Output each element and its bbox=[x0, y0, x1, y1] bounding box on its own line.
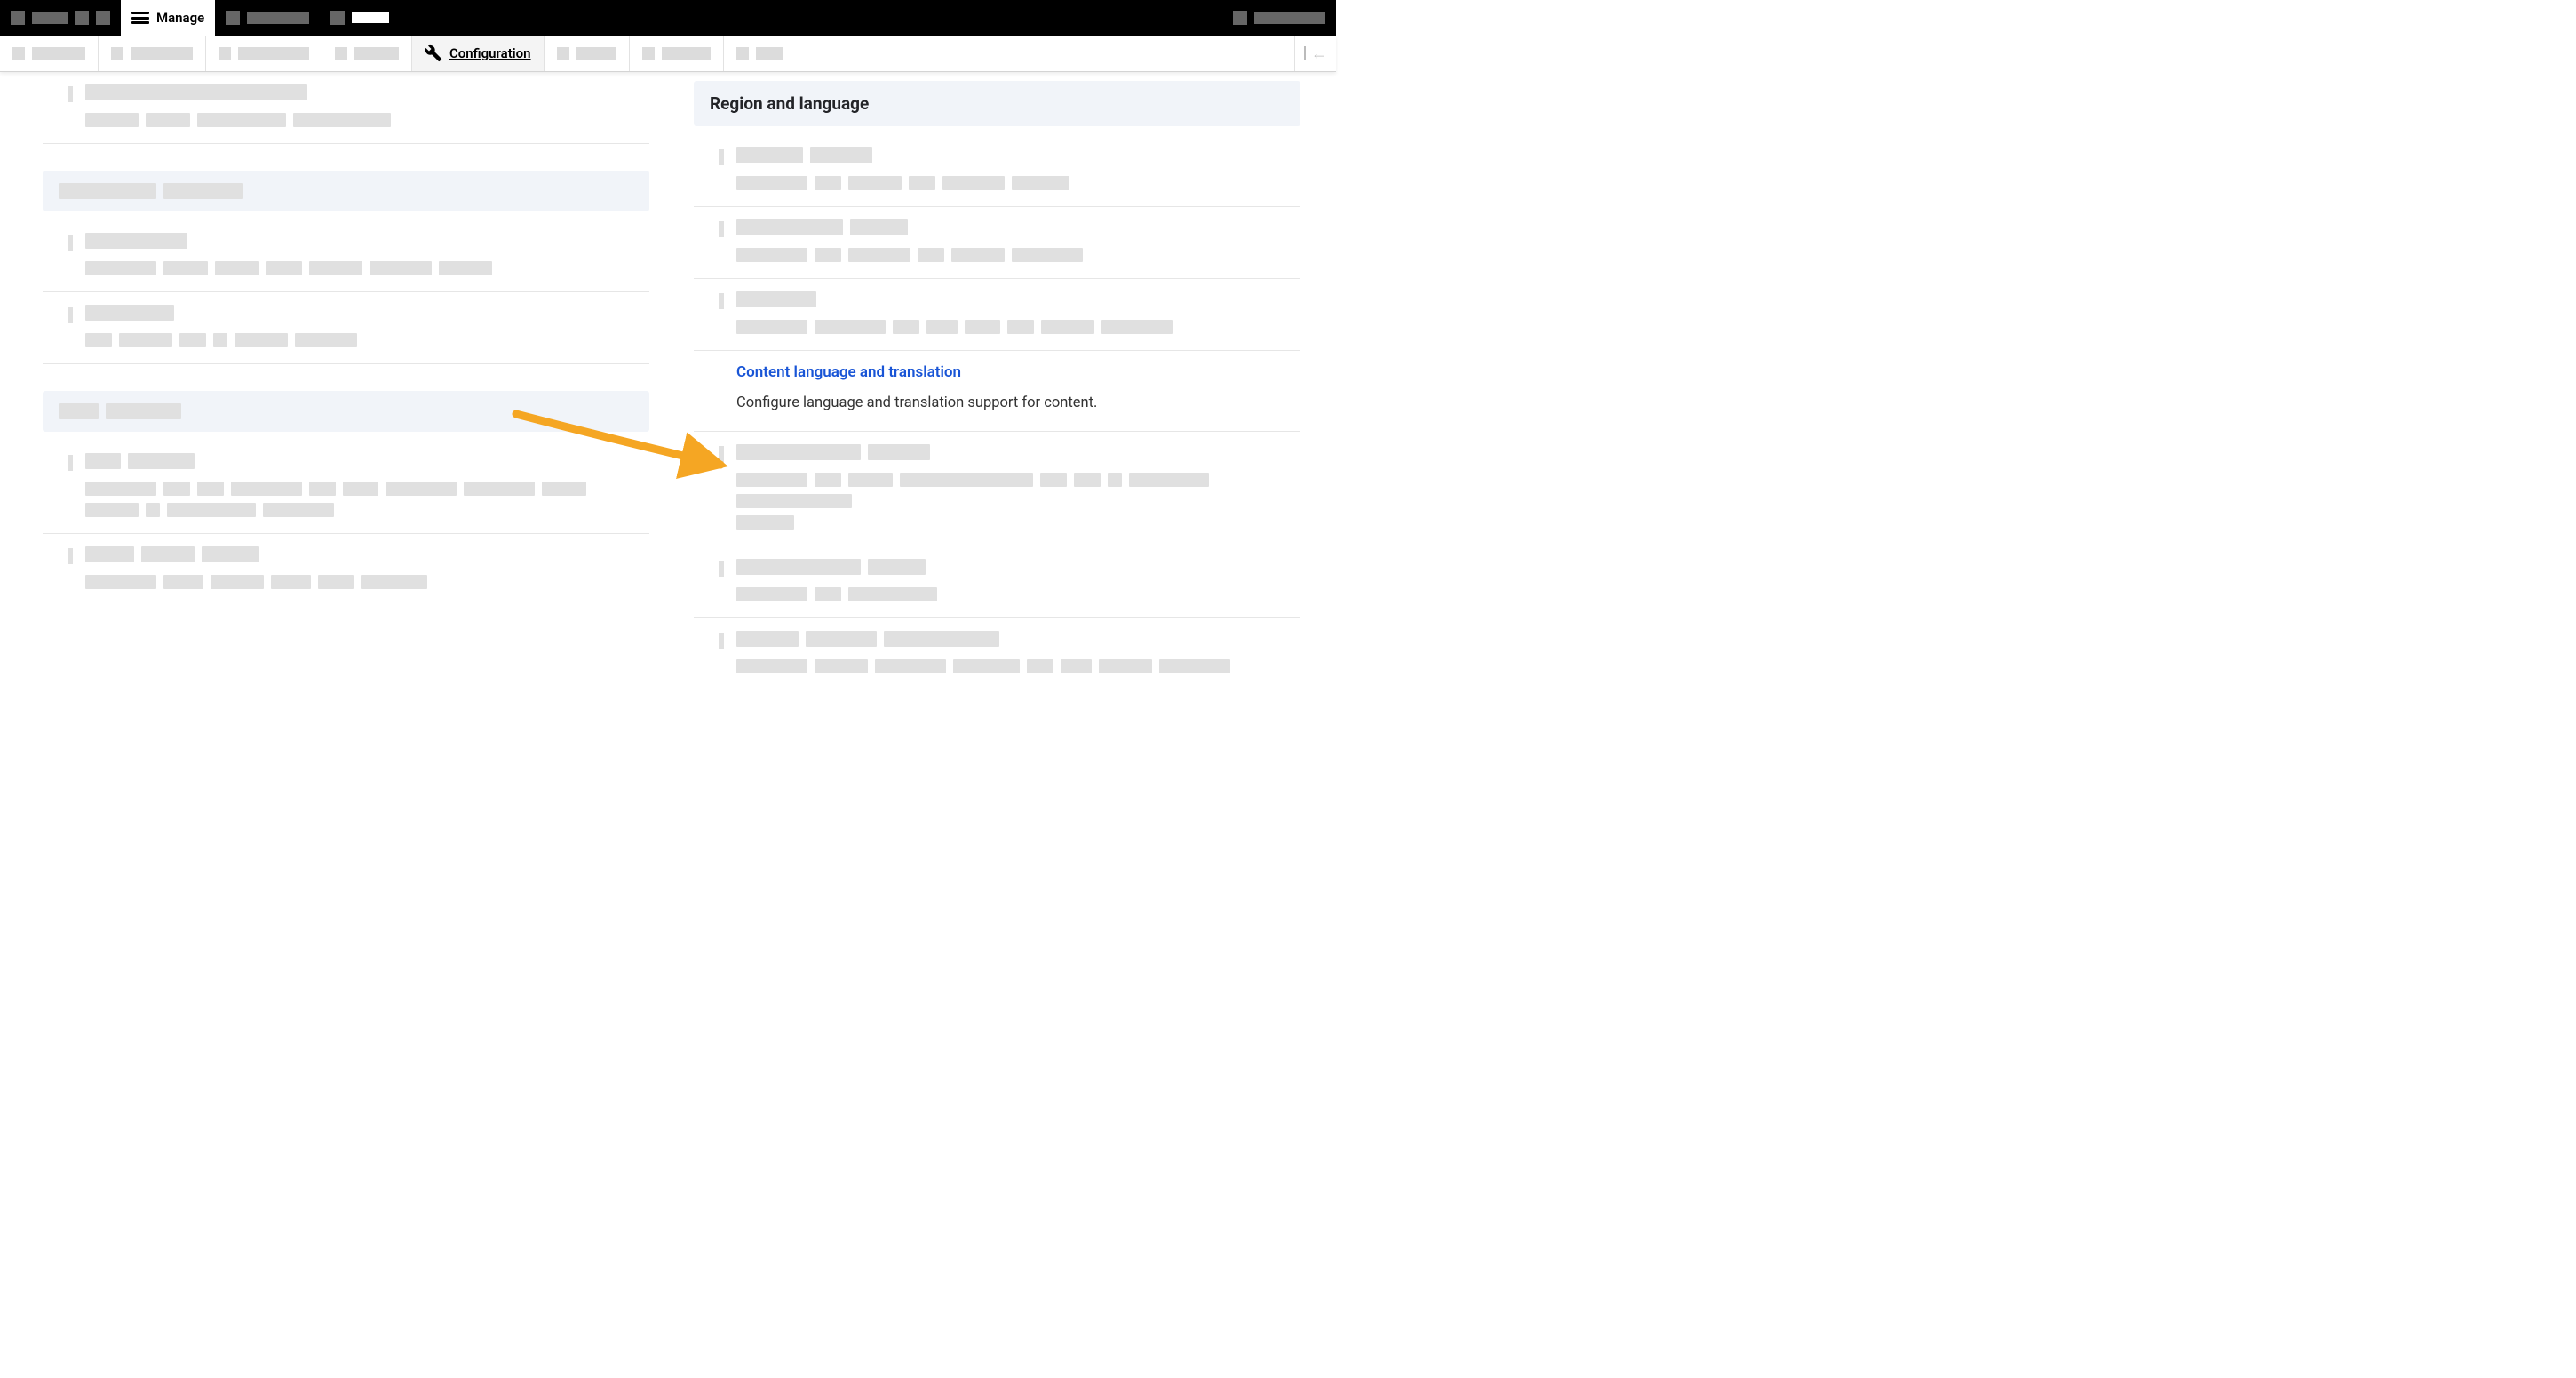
config-left-column bbox=[43, 81, 649, 689]
admin-menu-item-label: Configuration bbox=[449, 45, 531, 61]
arrow-left-icon: ← bbox=[1311, 44, 1327, 63]
admin-menu-item[interactable] bbox=[322, 36, 412, 71]
config-item-content-language-translation[interactable]: Content language and translation Configu… bbox=[694, 351, 1300, 432]
config-item-placeholder[interactable] bbox=[694, 135, 1300, 207]
admin-menu-item[interactable] bbox=[206, 36, 322, 71]
config-item-placeholder[interactable] bbox=[694, 207, 1300, 279]
topbar-tab-placeholder[interactable] bbox=[215, 0, 320, 36]
admin-menu-collapse[interactable]: ← bbox=[1294, 36, 1336, 71]
topbar-tab-manage[interactable]: Manage bbox=[121, 0, 215, 36]
config-item-link[interactable]: Content language and translation bbox=[736, 363, 961, 381]
wrench-icon bbox=[425, 44, 442, 62]
config-right-column: Region and language bbox=[694, 81, 1300, 689]
config-item-placeholder[interactable] bbox=[694, 432, 1300, 546]
page-content: Region and language bbox=[0, 72, 1336, 720]
divider-icon bbox=[1304, 46, 1306, 60]
topbar: Manage bbox=[0, 0, 1336, 36]
admin-menu-item[interactable] bbox=[724, 36, 795, 71]
topbar-tab-placeholder[interactable] bbox=[320, 0, 400, 36]
config-section-header-placeholder bbox=[43, 391, 649, 432]
config-item-placeholder[interactable] bbox=[43, 441, 649, 534]
config-item-placeholder[interactable] bbox=[43, 534, 649, 605]
config-item-placeholder[interactable] bbox=[43, 220, 649, 292]
topbar-right-placeholder[interactable] bbox=[1222, 0, 1336, 36]
admin-menu-item[interactable] bbox=[99, 36, 206, 71]
config-item-placeholder[interactable] bbox=[43, 292, 649, 364]
admin-menu-item[interactable] bbox=[630, 36, 724, 71]
hamburger-icon bbox=[131, 12, 149, 24]
admin-menu-item[interactable] bbox=[0, 36, 99, 71]
section-title: Region and language bbox=[710, 93, 869, 114]
config-item-description: Configure language and translation suppo… bbox=[736, 392, 1300, 415]
config-item-placeholder[interactable] bbox=[694, 279, 1300, 351]
config-item-placeholder[interactable] bbox=[43, 81, 649, 144]
admin-menu-item[interactable] bbox=[545, 36, 630, 71]
config-item-placeholder[interactable] bbox=[694, 618, 1300, 689]
config-item-placeholder[interactable] bbox=[694, 546, 1300, 618]
config-section-header-placeholder bbox=[43, 171, 649, 211]
topbar-tab-placeholder[interactable] bbox=[0, 0, 121, 36]
admin-menu-bar: Configuration ← bbox=[0, 36, 1336, 72]
admin-menu-item-configuration[interactable]: Configuration bbox=[412, 36, 545, 71]
topbar-tab-label: Manage bbox=[156, 10, 204, 26]
config-section-header-region-language: Region and language bbox=[694, 81, 1300, 126]
